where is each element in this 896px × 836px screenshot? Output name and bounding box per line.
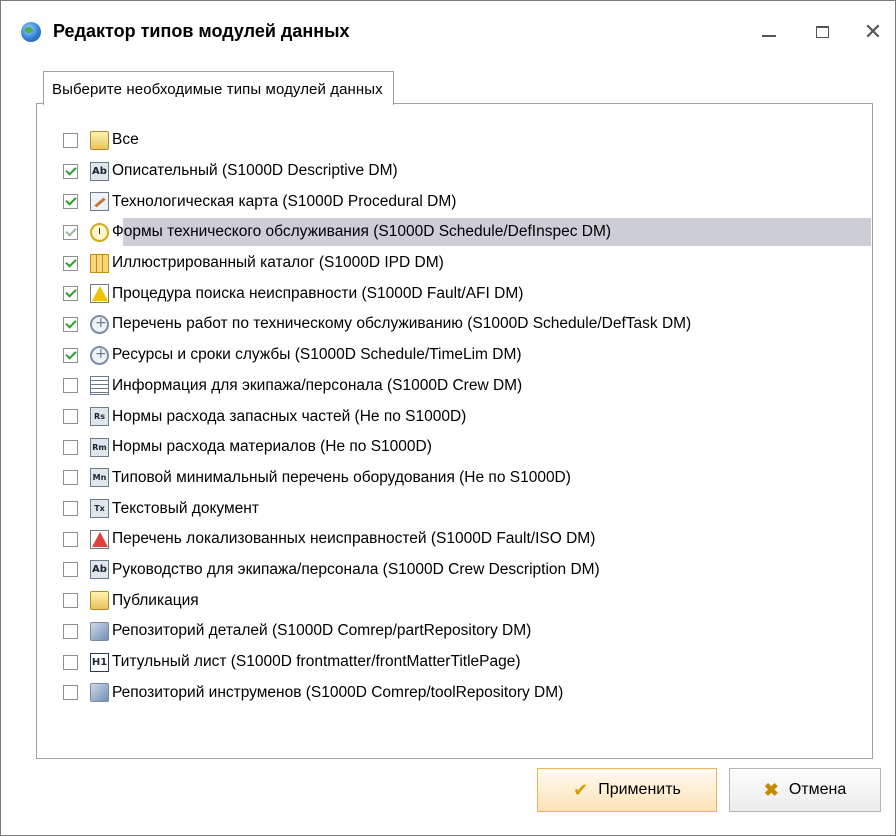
item-label: Текстовый документ bbox=[112, 499, 259, 517]
item-label: Описательный (S1000D Descriptive DM) bbox=[112, 162, 398, 180]
item-label: Типовой минимальный перечень оборудовани… bbox=[112, 468, 571, 486]
cancel-button-label: Отмена bbox=[788, 781, 847, 798]
tab-data-module-types[interactable]: Выберите необходимые типы модулей данных bbox=[43, 71, 394, 105]
list-item[interactable]: Информация для экипажа/персонала (S1000D… bbox=[63, 371, 872, 402]
gear-icon bbox=[90, 314, 109, 334]
list-item[interactable]: Технологическая карта (S1000D Procedural… bbox=[63, 186, 872, 217]
item-checkbox[interactable] bbox=[63, 255, 78, 271]
list-item[interactable]: Иллюстрированный каталог (S1000D IPD DM) bbox=[63, 248, 872, 279]
list-item[interactable]: Репозиторий инструменов (S1000D Comrep/t… bbox=[63, 677, 872, 708]
item-checkbox[interactable] bbox=[63, 685, 78, 701]
list-item[interactable]: Репозиторий деталей (S1000D Comrep/partR… bbox=[63, 616, 872, 647]
tab-panel: Все Ab Описательный (S1000D Descriptive DM… bbox=[36, 103, 873, 759]
repository-icon bbox=[90, 683, 109, 703]
folder-icon bbox=[90, 591, 109, 611]
warning-icon bbox=[90, 284, 109, 304]
item-checkbox[interactable] bbox=[63, 593, 78, 609]
h1-icon: H1 bbox=[90, 652, 109, 672]
item-label: Технологическая карта (S1000D Procedural… bbox=[112, 192, 457, 210]
item-label: Репозиторий инструменов (S1000D Comrep/t… bbox=[112, 683, 564, 701]
item-checkbox[interactable] bbox=[63, 623, 78, 639]
apply-button-label: Применить bbox=[598, 781, 681, 798]
repository-icon bbox=[90, 621, 109, 641]
item-label: Перечень работ по техническому обслужива… bbox=[112, 315, 692, 333]
item-checkbox[interactable] bbox=[63, 132, 78, 148]
item-label: Руководство для экипажа/персонала (S1000… bbox=[112, 560, 600, 578]
list-item[interactable]: Все bbox=[63, 125, 872, 156]
list-item[interactable]: Ресурсы и сроки службы (S1000D Schedule/… bbox=[63, 340, 872, 371]
grid-icon bbox=[90, 253, 109, 273]
window-title: Редактор типов модулей данных bbox=[53, 21, 350, 41]
ab-icon: Ab bbox=[90, 161, 109, 181]
globe-icon bbox=[21, 22, 41, 42]
list-item[interactable]: Ab Руководство для экипажа/персонала (S10… bbox=[63, 555, 872, 586]
list-item[interactable]: Tx Текстовый документ bbox=[63, 493, 872, 524]
list-item[interactable]: Публикация bbox=[63, 585, 872, 616]
mn-icon: Mn bbox=[90, 468, 109, 488]
list-item[interactable]: Mn Типовой минимальный перечень оборудова… bbox=[63, 463, 872, 494]
list-icon bbox=[90, 376, 109, 396]
item-label: Формы технического обслуживания (S1000D … bbox=[112, 223, 612, 241]
list-item[interactable]: H1 Титульный лист (S1000D frontmatter/fro… bbox=[63, 647, 872, 678]
pencil-icon bbox=[90, 192, 109, 212]
title-bar[interactable]: Редактор типов модулей данных ✕ bbox=[1, 1, 895, 57]
folder-icon bbox=[90, 130, 109, 150]
module-type-list: Все Ab Описательный (S1000D Descriptive DM… bbox=[63, 125, 872, 708]
item-checkbox[interactable] bbox=[63, 378, 78, 394]
list-item[interactable]: Ab Описательный (S1000D Descriptive DM) bbox=[63, 156, 872, 187]
item-checkbox[interactable] bbox=[63, 163, 78, 179]
item-checkbox[interactable] bbox=[63, 562, 78, 578]
item-checkbox[interactable] bbox=[63, 224, 78, 240]
apply-button[interactable]: ✔ Применить bbox=[537, 768, 717, 812]
item-label: Процедура поиска неисправности (S1000D F… bbox=[112, 284, 524, 302]
item-label: Все bbox=[112, 131, 139, 149]
item-checkbox[interactable] bbox=[63, 286, 78, 302]
item-checkbox[interactable] bbox=[63, 409, 78, 425]
list-item[interactable]: Rm Нормы расхода материалов (Не по S1000D… bbox=[63, 432, 872, 463]
item-label: Нормы расхода запасных частей (Не по S10… bbox=[112, 407, 467, 425]
item-label: Перечень локализованных неисправностей (… bbox=[112, 530, 596, 548]
item-checkbox[interactable] bbox=[63, 531, 78, 547]
cross-icon: ✖ bbox=[763, 779, 779, 800]
item-checkbox[interactable] bbox=[63, 439, 78, 455]
checkmark-icon: ✔ bbox=[573, 779, 589, 800]
item-label: Публикация bbox=[112, 591, 199, 609]
list-item[interactable]: Rs Нормы расхода запасных частей (Не по S… bbox=[63, 401, 872, 432]
item-label: Нормы расхода материалов (Не по S1000D) bbox=[112, 438, 432, 456]
clock-icon bbox=[90, 222, 109, 242]
red-warning-icon bbox=[90, 529, 109, 549]
item-label: Иллюстрированный каталог (S1000D IPD DM) bbox=[112, 254, 444, 272]
rm-icon: Rm bbox=[90, 437, 109, 457]
list-item[interactable]: Формы технического обслуживания (S1000D … bbox=[63, 217, 872, 248]
item-label: Репозиторий деталей (S1000D Comrep/partR… bbox=[112, 622, 532, 640]
list-item[interactable]: Процедура поиска неисправности (S1000D F… bbox=[63, 278, 872, 309]
list-item[interactable]: Перечень работ по техническому обслужива… bbox=[63, 309, 872, 340]
maximize-icon bbox=[816, 26, 829, 38]
item-label: Титульный лист (S1000D frontmatter/front… bbox=[112, 653, 521, 671]
item-checkbox[interactable] bbox=[63, 470, 78, 486]
item-label: Ресурсы и сроки службы (S1000D Schedule/… bbox=[112, 346, 522, 364]
tx-icon: Tx bbox=[90, 499, 109, 519]
dialog-window: Редактор типов модулей данных ✕ Выберите… bbox=[0, 0, 896, 836]
item-checkbox[interactable] bbox=[63, 316, 78, 332]
list-item[interactable]: Перечень локализованных неисправностей (… bbox=[63, 524, 872, 555]
item-checkbox[interactable] bbox=[63, 347, 78, 363]
gear-icon bbox=[90, 345, 109, 365]
item-checkbox[interactable] bbox=[63, 501, 78, 517]
item-checkbox[interactable] bbox=[63, 194, 78, 210]
maximize-button[interactable] bbox=[805, 15, 841, 51]
item-checkbox[interactable] bbox=[63, 654, 78, 670]
close-button[interactable]: ✕ bbox=[855, 15, 891, 51]
ab-icon: Ab bbox=[90, 560, 109, 580]
rs-icon: Rs bbox=[90, 407, 109, 427]
cancel-button[interactable]: ✖ Отмена bbox=[729, 768, 881, 812]
minimize-icon bbox=[762, 35, 776, 37]
minimize-button[interactable] bbox=[751, 15, 787, 51]
item-label: Информация для экипажа/персонала (S1000D… bbox=[112, 376, 523, 394]
